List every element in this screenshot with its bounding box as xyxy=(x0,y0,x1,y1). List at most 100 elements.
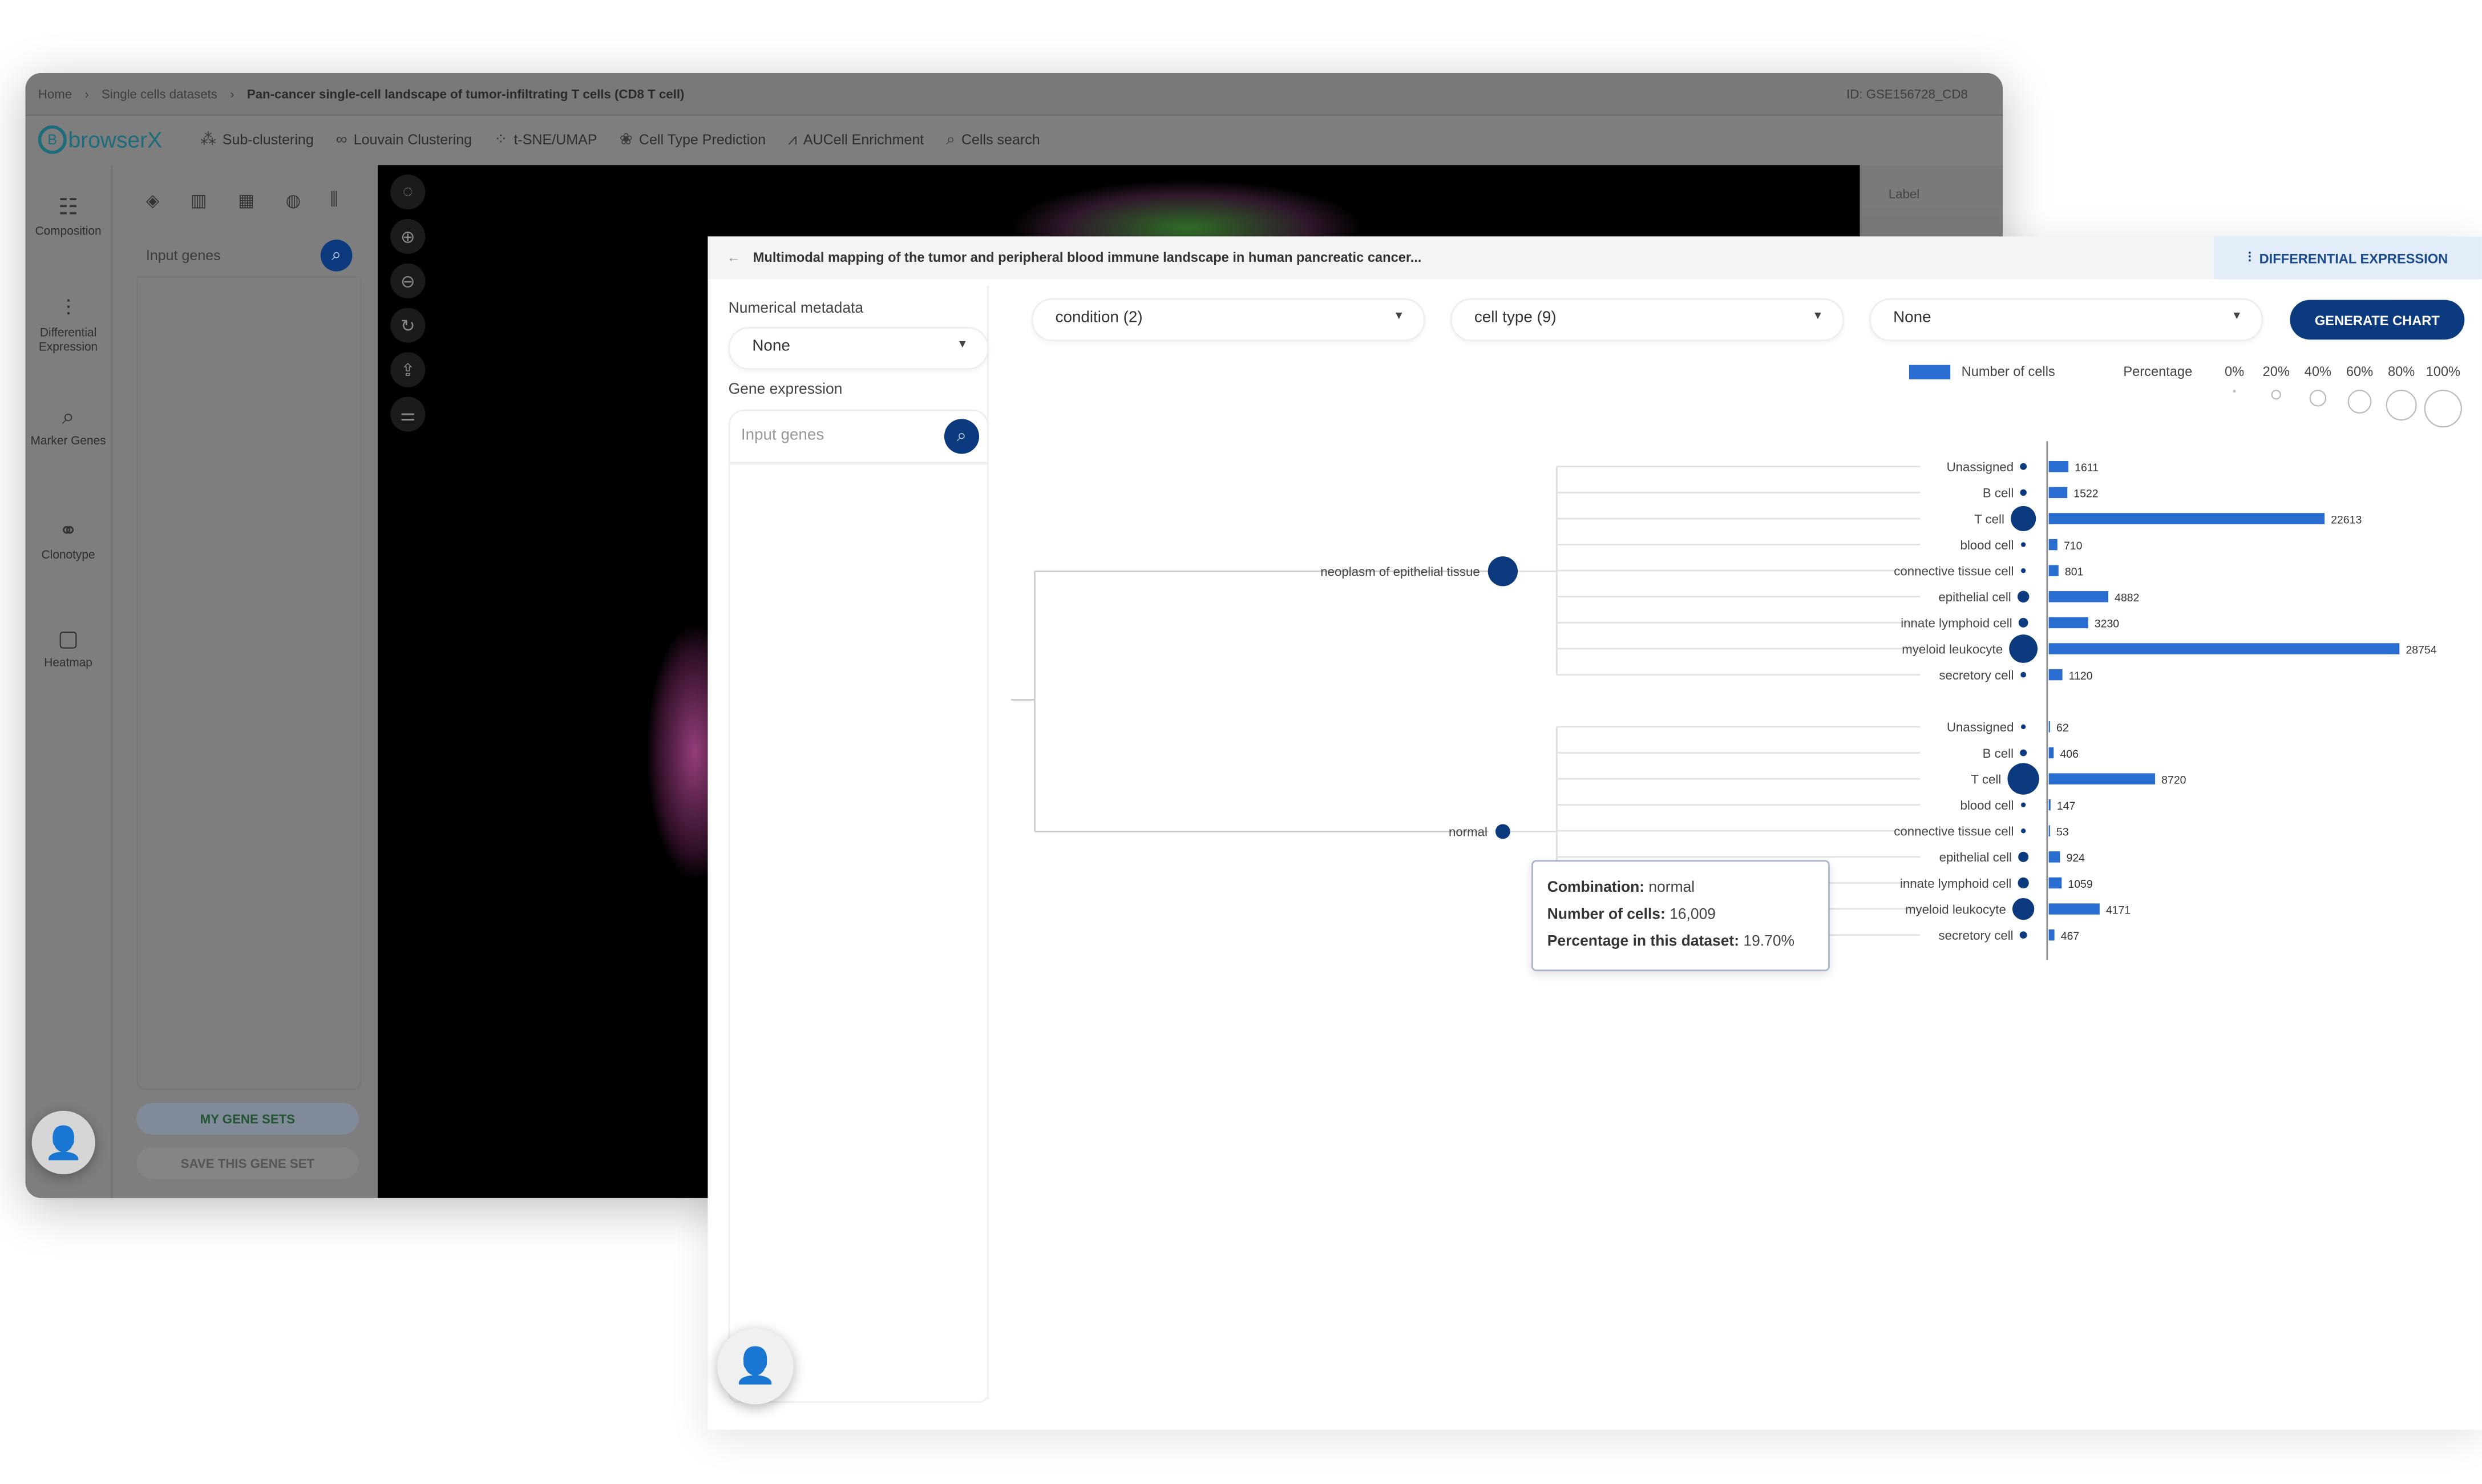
legend-size-circle xyxy=(2424,390,2462,428)
search-icon: ⌕ xyxy=(946,131,955,149)
rail-clonotype[interactable]: ⚭ Clonotype xyxy=(26,517,111,562)
tool-panel: ◈ ▥ ▦ ◍ ⫼ Input genes ⌕ MY GENE SETS SAVE… xyxy=(136,165,362,1198)
differential-expression-window: ← Multimodal mapping of the tumor and per… xyxy=(708,236,2482,1430)
nav-label: Cells search xyxy=(961,131,1040,148)
bar xyxy=(2048,643,2400,654)
chart-tooltip: Combination: normal Number of cells: 16,… xyxy=(1531,860,1830,972)
heatmap-icon: ▢ xyxy=(58,625,79,651)
search-button[interactable]: ⌕ xyxy=(320,239,353,272)
legend-size-circle xyxy=(2233,390,2236,393)
export-icon[interactable]: ⇪ xyxy=(390,352,426,387)
category-label: blood cell xyxy=(1960,538,2014,552)
prediction-icon: ❀ xyxy=(619,131,633,149)
legend-size-tick: 80% xyxy=(2388,365,2415,379)
percentage-node xyxy=(2020,489,2027,496)
rail-label: Differential Expression xyxy=(38,325,98,354)
percentage-node xyxy=(2017,591,2030,603)
nav-aucell[interactable]: ⩘ AUCell Enrichment xyxy=(788,131,924,148)
zoom-in-icon[interactable]: ⊕ xyxy=(390,219,426,254)
percentage-node xyxy=(2009,634,2038,663)
settings-sliders-icon[interactable]: ⚌ xyxy=(390,397,426,432)
rail-differential-expression[interactable]: ⫶ Differential Expression xyxy=(26,295,111,354)
bar-value-label: 467 xyxy=(2061,930,2079,943)
legend-size-tick: 20% xyxy=(2263,365,2290,379)
save-gene-set-button[interactable]: SAVE THIS GENE SET xyxy=(136,1147,359,1179)
percentage-node xyxy=(2020,802,2026,807)
nav-louvain[interactable]: ∞ Louvain Clustering xyxy=(336,131,472,148)
chevron-right-icon: › xyxy=(230,86,235,101)
bar-value-label: 8720 xyxy=(2161,774,2186,786)
legend-size-circle xyxy=(2309,390,2327,407)
clonotype-icon: ⚭ xyxy=(59,517,78,543)
percentage-node xyxy=(2018,618,2028,628)
bar-value-label: 4171 xyxy=(2106,904,2131,916)
breadcrumb-home[interactable]: Home xyxy=(38,87,72,101)
bar-value-label: 1522 xyxy=(2073,488,2098,500)
bar xyxy=(2048,539,2057,551)
legend-size-tick: 100% xyxy=(2426,365,2460,379)
top-nav: BbrowserX ⁂ Sub-clustering ∞ Louvain Clust… xyxy=(26,114,2003,165)
bar-value-label: 28754 xyxy=(2406,644,2436,656)
bar xyxy=(2048,851,2060,863)
bar xyxy=(2048,513,2325,524)
percentage-node xyxy=(2018,877,2029,889)
grid-icon[interactable]: ▦ xyxy=(238,191,254,211)
nav-cell-type-prediction[interactable]: ❀ Cell Type Prediction xyxy=(619,131,766,148)
gene-input[interactable]: Input genes ⌕ xyxy=(136,235,359,278)
bar-value-label: 3230 xyxy=(2095,618,2119,630)
legend-size-label: Percentage xyxy=(2123,365,2192,379)
percentage-node xyxy=(2012,897,2035,920)
pie-icon[interactable]: ◍ xyxy=(286,191,301,211)
dendrogram-bar-chart: Number of cells Percentage 0% 20% 40% 60% 80% 1… xyxy=(1010,365,2462,960)
bar xyxy=(2048,460,2069,472)
tooltip-label: Combination: xyxy=(1547,879,1645,897)
nav-sub-clustering[interactable]: ⁂ Sub-clustering xyxy=(200,131,314,148)
violin-icon[interactable]: ⫼ xyxy=(330,191,338,211)
tooltip-value: 16,009 xyxy=(1670,906,1716,924)
legend-size-tick: 0% xyxy=(2225,365,2244,379)
category-label: B cell xyxy=(1983,486,2014,500)
breadcrumb-datasets[interactable]: Single cells datasets xyxy=(102,87,217,101)
category-label: epithelial cell xyxy=(1939,850,2012,864)
diamond-tool-icon[interactable]: ◈ xyxy=(146,191,160,211)
nav-cells-search[interactable]: ⌕ Cells search xyxy=(946,131,1040,148)
breadcrumb: Home › Single cells datasets › Pan-cancer … xyxy=(25,72,2003,116)
percentage-node xyxy=(2018,851,2029,862)
reset-icon[interactable]: ↻ xyxy=(390,308,426,343)
rail-composition[interactable]: ☷ Composition xyxy=(26,193,111,238)
user-icon: 👤 xyxy=(43,1126,83,1161)
percentage-node xyxy=(2020,828,2026,834)
rail-label: Heatmap xyxy=(44,655,92,670)
legend-size-circle xyxy=(2347,390,2372,414)
my-gene-sets-button[interactable]: MY GENE SETS xyxy=(136,1103,359,1135)
category-label: B cell xyxy=(1983,746,2014,761)
chevron-right-icon: › xyxy=(84,86,89,101)
nav-label: t-SNE/UMAP xyxy=(514,131,597,148)
nav-tsne-umap[interactable]: ⁘ t-SNE/UMAP xyxy=(494,131,597,148)
tooltip-label: Percentage in this dataset: xyxy=(1547,933,1740,951)
label-toggle[interactable]: Label xyxy=(1889,187,1919,201)
bar xyxy=(2048,903,2100,915)
percentage-node xyxy=(2020,672,2027,678)
nav-label: Sub-clustering xyxy=(222,131,314,148)
category-label: innate lymphoid cell xyxy=(1901,616,2012,630)
rail-marker-genes[interactable]: ⌕ Marker Genes xyxy=(26,403,111,447)
lasso-icon[interactable]: ◌ xyxy=(390,174,426,210)
zoom-out-icon[interactable]: ⊖ xyxy=(390,263,426,298)
percentage-node xyxy=(2020,463,2027,470)
logo[interactable]: BbrowserX xyxy=(38,125,162,154)
bar xyxy=(2048,825,2050,837)
bar xyxy=(2048,669,2063,681)
group-label: normal xyxy=(1449,825,1487,839)
rail-heatmap[interactable]: ▢ Heatmap xyxy=(26,625,111,670)
bar xyxy=(2048,565,2059,576)
bar-value-label: 53 xyxy=(2056,826,2069,839)
bar-value-label: 406 xyxy=(2060,748,2078,761)
stage: Home › Single cells datasets › Pan-cancer … xyxy=(0,0,2482,1484)
enrichment-icon: ⩘ xyxy=(788,131,797,149)
category-label: Unassigned xyxy=(1947,720,2014,734)
bar-chart-icon[interactable]: ▥ xyxy=(191,191,207,211)
category-label: connective tissue cell xyxy=(1894,824,2014,839)
user-avatar[interactable]: 👤 xyxy=(31,1110,95,1175)
composition-icon: ☷ xyxy=(58,193,79,219)
